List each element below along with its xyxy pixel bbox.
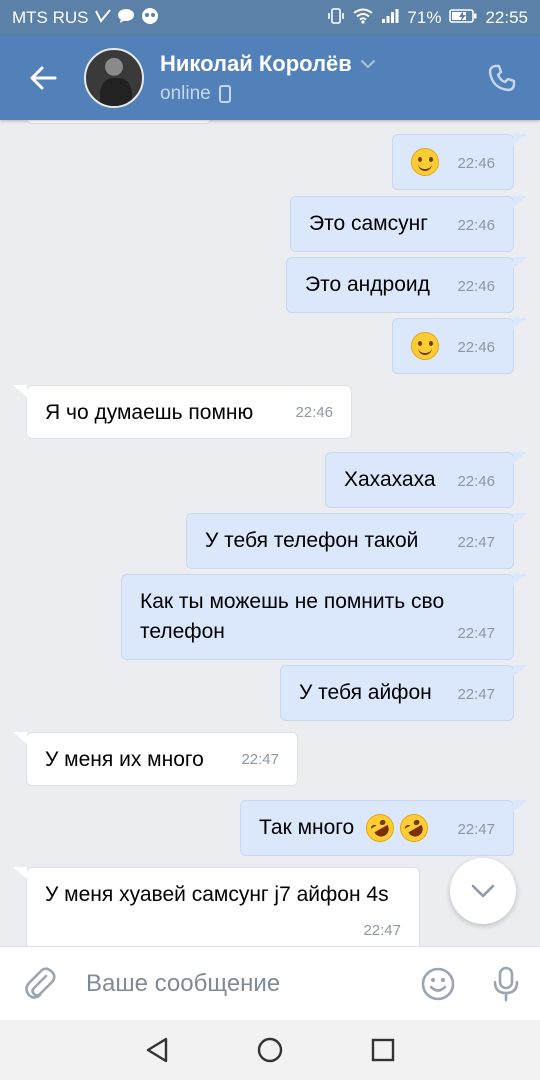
wifi-icon	[353, 8, 374, 29]
message-bubble-outgoing[interactable]: Это андроид 22:46	[286, 257, 527, 313]
message-bubble-outgoing[interactable]: 22:46	[392, 134, 527, 190]
rofl-emoji-icon	[360, 809, 400, 848]
clock: 22:55	[485, 8, 528, 27]
message-time: 22:47	[457, 534, 495, 551]
message-time: 22:46	[457, 339, 495, 356]
message-bubble-partial[interactable]	[26, 120, 212, 124]
message-bubble-outgoing[interactable]: 22:46	[392, 318, 527, 374]
message-bubble-outgoing[interactable]: У тебя айфон 22:47	[280, 665, 527, 721]
nav-recents-icon[interactable]	[370, 1037, 396, 1063]
message-time: 22:47	[241, 751, 279, 768]
message-bubble-incoming[interactable]: У меня хуавей самсунг j7 айфон 4s 22:47	[13, 867, 420, 946]
chat-notification-icon	[117, 8, 135, 29]
chat-header: Николай Королёв online	[0, 36, 540, 120]
message-bubble-incoming[interactable]: У меня их много 22:47	[13, 732, 298, 786]
mobile-device-icon	[218, 85, 231, 103]
message-bubble-outgoing[interactable]: Так много 22:47	[240, 800, 527, 856]
contact-status: online	[160, 83, 211, 104]
signal-icon	[381, 8, 399, 29]
contact-info[interactable]: Николай Королёв online	[160, 51, 472, 105]
message-time: 22:47	[457, 625, 495, 642]
message-time: 22:47	[457, 821, 495, 838]
message-text: У меня хуавей самсунг j7 айфон 4s	[45, 883, 389, 906]
carrier-label: MTS RUS	[12, 8, 89, 27]
message-bubble-outgoing[interactable]: У тебя телефон такой 22:47	[186, 513, 527, 569]
message-time: 22:46	[457, 155, 495, 172]
message-time: 22:46	[457, 278, 495, 295]
chevron-down-icon	[471, 884, 495, 898]
avatar[interactable]	[84, 48, 144, 108]
vibrate-icon	[327, 7, 345, 30]
microphone-icon	[493, 966, 519, 1001]
arrow-left-icon	[30, 66, 57, 90]
battery-percent: 71%	[407, 8, 442, 27]
paperclip-icon	[25, 966, 56, 999]
message-text: Я чо думаешь помню	[45, 401, 254, 424]
message-list[interactable]: 22:46 Это самсунг 22:46 Это андроид 22:4…	[0, 120, 540, 946]
emoji-button[interactable]	[404, 947, 472, 1021]
message-composer	[0, 946, 540, 1021]
rofl-emoji-icon	[394, 809, 433, 848]
contact-name: Николай Королёв	[160, 51, 352, 76]
smile-emoji-icon	[411, 332, 439, 361]
phone-icon	[488, 64, 516, 92]
voice-message-button[interactable]	[472, 947, 540, 1021]
message-input[interactable]	[80, 946, 404, 1021]
smile-emoji-icon	[411, 148, 439, 177]
nav-home-icon[interactable]	[256, 1036, 284, 1064]
message-bubble-incoming[interactable]: Я чо думаешь помню 22:46	[13, 385, 352, 439]
message-time: 22:46	[457, 217, 495, 234]
scroll-to-bottom-button[interactable]	[450, 858, 516, 924]
message-text: Так много	[259, 816, 355, 839]
smiley-icon	[421, 967, 455, 1000]
system-navigation-bar	[0, 1020, 540, 1080]
message-time: 22:47	[457, 686, 495, 703]
message-time: 22:46	[295, 404, 333, 421]
message-time: 22:46	[457, 473, 495, 490]
message-text: Как ты можешь не помнить сво телефон	[140, 590, 445, 643]
message-bubble-outgoing[interactable]: Как ты можешь не помнить сво телефон 22:…	[121, 574, 527, 660]
attach-button[interactable]	[0, 947, 80, 1021]
call-button[interactable]	[472, 36, 532, 120]
status-bar: MTS RUS 71% 22:55	[0, 0, 540, 36]
message-time: 22:47	[363, 922, 401, 939]
chevron-down-icon	[360, 60, 375, 69]
battery-charging-icon	[449, 8, 477, 29]
nav-back-icon[interactable]	[144, 1036, 170, 1064]
vk-notification-icon	[94, 8, 111, 28]
message-text: У тебя телефон такой	[205, 529, 419, 552]
message-bubble-outgoing[interactable]: Это самсунг 22:46	[290, 196, 527, 252]
message-bubble-outgoing[interactable]: Хахахаха 22:46	[325, 452, 527, 508]
back-button[interactable]	[0, 36, 86, 120]
app-notification-icon	[141, 7, 159, 30]
